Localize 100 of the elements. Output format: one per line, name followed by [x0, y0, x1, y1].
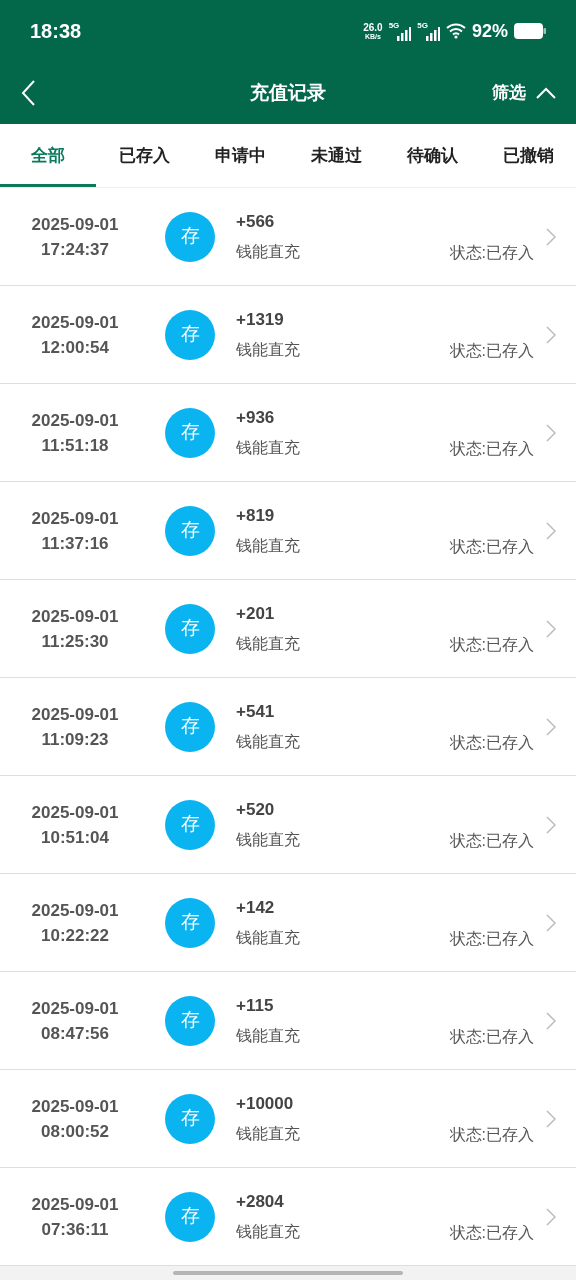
- record-date: 2025-09-01: [31, 1193, 119, 1216]
- record-time: 10:22:22: [40, 924, 110, 947]
- record-status: 状态:已存入: [449, 1027, 534, 1047]
- record-time: 07:36:11: [41, 1218, 109, 1241]
- battery-icon: [514, 23, 546, 39]
- record-row[interactable]: 2025-09-01 11:25:30 存 +201 钱能直充 状态:已存入: [0, 580, 576, 678]
- deposit-badge: 存: [165, 701, 215, 752]
- wifi-icon: [445, 23, 466, 39]
- signal-icon: [425, 27, 440, 41]
- record-time: 10:51:04: [40, 826, 110, 849]
- record-date: 2025-09-01: [31, 409, 119, 432]
- record-time: 11:51:18: [41, 434, 109, 457]
- record-method: 钱能直充: [236, 829, 300, 850]
- record-method: 钱能直充: [236, 1123, 300, 1144]
- record-time: 08:47:56: [40, 1022, 110, 1045]
- record-row[interactable]: 2025-09-01 11:09:23 存 +541 钱能直充 状态:已存入: [0, 678, 576, 776]
- record-date: 2025-09-01: [31, 899, 119, 922]
- record-method: 钱能直充: [236, 241, 300, 262]
- record-status: 状态:已存入: [449, 537, 534, 557]
- record-amount: +142: [236, 896, 276, 919]
- chevron-right-icon: [546, 424, 556, 442]
- record-amount: +819: [236, 504, 276, 527]
- record-row[interactable]: 2025-09-01 11:51:18 存 +936 钱能直充 状态:已存入: [0, 384, 576, 482]
- caret-up-icon: [536, 87, 556, 99]
- record-status: 状态:已存入: [449, 733, 534, 753]
- chevron-right-icon: [546, 914, 556, 932]
- record-row[interactable]: 2025-09-01 10:22:22 存 +142 钱能直充 状态:已存入: [0, 874, 576, 972]
- record-amount: +520: [236, 798, 276, 821]
- record-amount: +566: [236, 210, 276, 233]
- record-status: 状态:已存入: [449, 1223, 534, 1243]
- record-time: 11:37:16: [41, 532, 109, 555]
- record-method: 钱能直充: [236, 437, 300, 458]
- record-amount: +10000: [236, 1092, 295, 1115]
- deposit-badge: 存: [165, 995, 215, 1046]
- record-date: 2025-09-01: [31, 507, 119, 530]
- record-row[interactable]: 2025-09-01 07:36:11 存 +2804 钱能直充 状态:已存入: [0, 1168, 576, 1266]
- record-row[interactable]: 2025-09-01 10:51:04 存 +520 钱能直充 状态:已存入: [0, 776, 576, 874]
- record-time: 11:09:23: [41, 728, 109, 751]
- deposit-badge: 存: [165, 309, 215, 360]
- chevron-right-icon: [546, 1110, 556, 1128]
- record-time: 17:24:37: [40, 238, 110, 261]
- chevron-right-icon: [546, 522, 556, 540]
- record-date: 2025-09-01: [31, 605, 119, 628]
- record-amount: +1319: [236, 308, 285, 331]
- record-method: 钱能直充: [236, 927, 300, 948]
- deposit-badge: 存: [165, 799, 215, 850]
- record-amount: +541: [236, 700, 276, 723]
- filter-tab[interactable]: 待确认: [384, 124, 480, 187]
- record-date: 2025-09-01: [31, 1095, 119, 1118]
- record-status: 状态:已存入: [449, 635, 534, 655]
- network-type: 5G: [388, 19, 400, 32]
- signal-icon: [397, 27, 412, 41]
- filter-tab[interactable]: 已存入: [96, 124, 192, 187]
- record-amount: +201: [236, 602, 276, 625]
- filter-tab[interactable]: 未通过: [288, 124, 384, 187]
- filter-tab[interactable]: 申请中: [192, 124, 288, 187]
- chevron-right-icon: [546, 228, 556, 246]
- chevron-right-icon: [546, 1208, 556, 1226]
- record-method: 钱能直充: [236, 535, 300, 556]
- record-status: 状态:已存入: [449, 341, 534, 361]
- deposit-badge: 存: [165, 407, 215, 458]
- status-time: 18:38: [30, 19, 82, 44]
- filter-tab[interactable]: 已撤销: [480, 124, 576, 187]
- chevron-right-icon: [546, 620, 556, 638]
- network-type: 5G: [417, 19, 428, 32]
- chevron-right-icon: [546, 718, 556, 736]
- record-amount: +936: [236, 406, 276, 429]
- record-date: 2025-09-01: [31, 801, 119, 824]
- chevron-right-icon: [546, 816, 556, 834]
- record-row[interactable]: 2025-09-01 11:37:16 存 +819 钱能直充 状态:已存入: [0, 482, 576, 580]
- record-date: 2025-09-01: [31, 311, 119, 334]
- record-row[interactable]: 2025-09-01 12:00:54 存 +1319 钱能直充 状态:已存入: [0, 286, 576, 384]
- filter-button[interactable]: 筛选: [492, 80, 556, 106]
- record-method: 钱能直充: [236, 339, 300, 360]
- deposit-badge: 存: [165, 1191, 215, 1242]
- record-amount: +115: [236, 994, 275, 1017]
- record-time: 11:25:30: [41, 630, 109, 653]
- record-status: 状态:已存入: [449, 831, 534, 851]
- record-amount: +2804: [236, 1190, 285, 1213]
- deposit-badge: 存: [165, 211, 215, 262]
- record-time: 12:00:54: [40, 336, 110, 359]
- record-row[interactable]: 2025-09-01 08:00:52 存 +10000 钱能直充 状态:已存入: [0, 1070, 576, 1168]
- page-title: 充值记录: [250, 80, 326, 105]
- deposit-badge: 存: [165, 505, 215, 556]
- record-row[interactable]: 2025-09-01 17:24:37 存 +566 钱能直充 状态:已存入: [0, 188, 576, 286]
- record-date: 2025-09-01: [31, 213, 119, 236]
- record-status: 状态:已存入: [449, 243, 534, 263]
- record-time: 08:00:52: [40, 1120, 110, 1143]
- record-method: 钱能直充: [236, 731, 300, 752]
- deposit-badge: 存: [165, 603, 215, 654]
- battery-percentage: 92%: [471, 19, 508, 43]
- record-date: 2025-09-01: [31, 703, 119, 726]
- record-status: 状态:已存入: [449, 929, 534, 949]
- record-date: 2025-09-01: [31, 997, 119, 1020]
- record-method: 钱能直充: [236, 1025, 300, 1046]
- chevron-right-icon: [546, 326, 556, 344]
- network-speed: 26.0: [363, 22, 383, 33]
- record-row[interactable]: 2025-09-01 08:47:56 存 +115 钱能直充 状态:已存入: [0, 972, 576, 1070]
- record-status: 状态:已存入: [449, 439, 534, 459]
- record-status: 状态:已存入: [449, 1125, 534, 1145]
